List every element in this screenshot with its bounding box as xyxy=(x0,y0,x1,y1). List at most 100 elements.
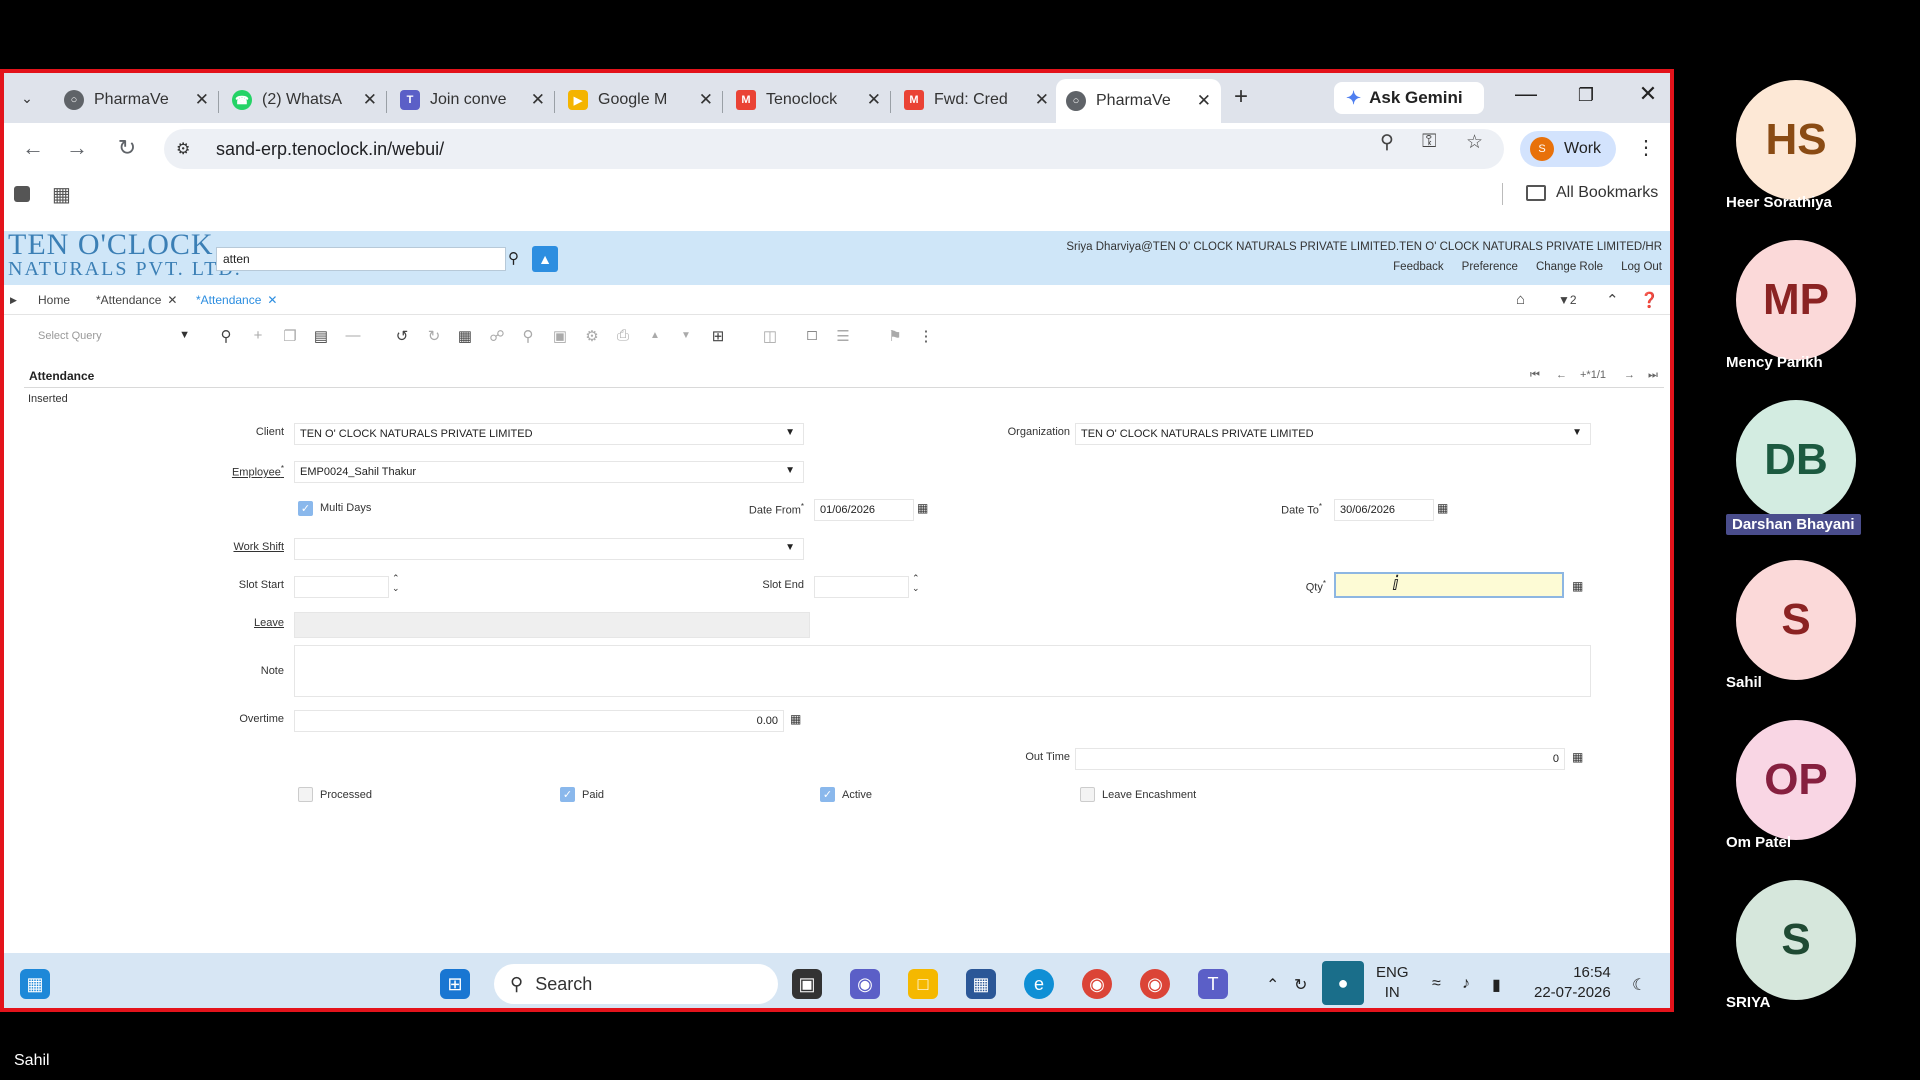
paid-checkbox[interactable]: ✓ xyxy=(560,787,575,802)
battery-icon[interactable]: ▮ xyxy=(1492,975,1501,995)
calendar-icon[interactable]: ▦ xyxy=(917,501,928,515)
calculator-icon[interactable]: ▦ xyxy=(790,712,801,726)
new-tab-button[interactable]: + xyxy=(1226,83,1256,111)
next-record-icon[interactable]: → xyxy=(1624,369,1635,381)
profile-button[interactable]: S Work xyxy=(1520,131,1616,167)
process-dropdown-icon[interactable]: ▼ xyxy=(676,330,696,341)
participant-tile[interactable]: OP Om Patel xyxy=(1726,720,1856,851)
feedback-link[interactable]: Feedback xyxy=(1393,261,1444,273)
note-textarea[interactable] xyxy=(294,645,1591,697)
close-icon[interactable]: ✕ xyxy=(1197,91,1211,111)
client-field[interactable]: TEN O' CLOCK NATURALS PRIVATE LIMITED ▼ xyxy=(294,423,804,445)
employee-field[interactable]: EMP0024_Sahil Thakur ▼ xyxy=(294,461,804,483)
work-shift-field[interactable]: ▼ xyxy=(294,538,804,560)
widgets-icon[interactable]: ▦ xyxy=(20,969,50,999)
preference-link[interactable]: Preference xyxy=(1462,261,1518,273)
print-icon[interactable]: ⎙ xyxy=(613,327,633,344)
slot-start-stepper[interactable]: ⌃ ⌄ xyxy=(392,573,400,593)
ask-gemini-button[interactable]: ✦ Ask Gemini xyxy=(1334,82,1484,114)
browser-tab-5[interactable]: M Tenoclock ✕ xyxy=(726,81,891,119)
participant-tile[interactable]: HS Heer Sorathiya xyxy=(1726,80,1856,211)
close-icon[interactable]: ✕ xyxy=(363,90,377,110)
moon-icon[interactable]: ☾ xyxy=(1632,975,1646,995)
close-icon[interactable]: ✕ xyxy=(167,293,177,307)
add-plus-box-icon[interactable]: ⊞ xyxy=(708,327,728,345)
attachment-icon[interactable]: ☍ xyxy=(487,327,507,345)
omnibox[interactable]: ⚙ sand-erp.tenoclock.in/webui/ xyxy=(164,129,1504,169)
file-explorer-icon[interactable]: □ xyxy=(908,969,938,999)
chrome-icon[interactable]: ◉ xyxy=(1082,969,1112,999)
all-bookmarks-button[interactable]: All Bookmarks xyxy=(1526,184,1658,202)
close-icon[interactable]: ✕ xyxy=(867,90,881,110)
browser-menu-icon[interactable]: ⋮ xyxy=(1636,135,1656,160)
employee-label[interactable]: Employee* xyxy=(184,464,284,479)
back-button[interactable]: ← xyxy=(18,135,48,161)
tab-search-chevron-icon[interactable]: ⌄ xyxy=(14,85,40,111)
chat-icon[interactable]: ◉ xyxy=(850,969,880,999)
teams-icon[interactable]: T xyxy=(1198,969,1228,999)
undo-icon[interactable]: ↺ xyxy=(392,327,412,345)
select-query-dropdown[interactable]: Select Query ▼ xyxy=(34,325,196,349)
wifi-icon[interactable]: ≈ xyxy=(1432,975,1441,993)
work-shift-label[interactable]: Work Shift xyxy=(184,541,284,553)
browser-tab-4[interactable]: ▶ Google M ✕ xyxy=(558,81,723,119)
browser-tab-2[interactable]: ☎ (2) WhatsA ✕ xyxy=(222,81,387,119)
copy-record-icon[interactable]: ❐ xyxy=(280,327,300,345)
zoom-icon[interactable]: ⚲ xyxy=(1380,131,1394,154)
close-window-button[interactable]: ✕ xyxy=(1628,81,1668,107)
participant-tile[interactable]: S Sahil xyxy=(1726,560,1856,691)
close-icon[interactable]: ✕ xyxy=(1035,90,1049,110)
refresh-icon[interactable]: ↻ xyxy=(424,327,444,345)
settings-gear-icon[interactable]: ⚙ xyxy=(582,327,602,345)
tab-attendance-2[interactable]: *Attendance ✕ xyxy=(196,293,277,307)
leave-label[interactable]: Leave xyxy=(184,617,284,629)
collapse-header-icon[interactable]: ⌃ xyxy=(1606,291,1619,309)
global-search-input[interactable]: atten xyxy=(216,247,506,271)
chat-icon[interactable]: ▣ xyxy=(550,327,570,345)
system-clock[interactable]: 16:54 22-07-2026 xyxy=(1534,963,1611,1003)
volume-icon[interactable]: ♪ xyxy=(1462,975,1470,993)
browser-tab-3[interactable]: T Join conve ✕ xyxy=(390,81,555,119)
restore-button[interactable]: ❐ xyxy=(1566,85,1606,106)
company-logo[interactable]: TEN O'CLOCK NATURALS PVT. LTD. xyxy=(8,230,242,281)
more-options-icon[interactable]: ⋮ xyxy=(916,327,936,345)
last-record-icon[interactable]: ⏭ xyxy=(1648,369,1658,382)
grid-toggle-icon[interactable]: ▦ xyxy=(455,327,475,345)
search-icon[interactable]: ⚲ xyxy=(216,327,236,345)
windows-start-icon[interactable]: ⊞ xyxy=(440,969,470,999)
chrome-profile-icon[interactable]: ◉ xyxy=(1140,969,1170,999)
calculator-icon[interactable]: ▦ xyxy=(1572,750,1583,764)
list-icon[interactable]: ☰ xyxy=(833,327,853,345)
active-checkbox[interactable]: ✓ xyxy=(820,787,835,802)
chevron-down-icon[interactable]: ▼ xyxy=(785,427,795,438)
tag-icon[interactable]: ⚑ xyxy=(885,327,905,345)
multi-days-checkbox[interactable]: ✓ xyxy=(298,501,313,516)
taskbar-search[interactable]: ⚲ Search xyxy=(494,964,778,1004)
close-icon[interactable]: ✕ xyxy=(531,90,545,110)
overtime-field[interactable]: 0.00 xyxy=(294,710,784,732)
change-role-link[interactable]: Change Role xyxy=(1536,261,1603,273)
task-view-icon[interactable]: ▣ xyxy=(792,969,822,999)
microphone-icon[interactable]: ● xyxy=(1322,961,1364,1005)
first-record-icon[interactable]: ⏮ xyxy=(1530,369,1540,382)
sitemap-button[interactable]: ▲ xyxy=(532,246,558,272)
tab-attendance-1[interactable]: *Attendance ✕ xyxy=(96,293,177,307)
calendar-icon[interactable]: ▦ xyxy=(1437,501,1448,515)
reload-button[interactable]: ↻ xyxy=(112,135,142,161)
slot-end-stepper[interactable]: ⌃ ⌄ xyxy=(912,573,920,593)
bookmark-star-icon[interactable]: ☆ xyxy=(1466,131,1483,154)
browser-tab-1[interactable]: ○ PharmaVe ✕ xyxy=(54,81,219,119)
apps-grid-icon[interactable]: ▦ xyxy=(52,182,71,207)
qty-input[interactable] xyxy=(1334,572,1564,598)
slot-start-field[interactable] xyxy=(294,576,389,598)
home-icon[interactable]: ⌂ xyxy=(1516,291,1525,308)
site-info-icon[interactable]: ⚙ xyxy=(176,139,200,159)
organization-field[interactable]: TEN O' CLOCK NATURALS PRIVATE LIMITED ▼ xyxy=(1075,423,1591,445)
collapse-panel-icon[interactable]: ▶ xyxy=(10,295,17,306)
split-view-icon[interactable]: ◫ xyxy=(760,327,780,345)
chevron-down-icon[interactable]: ▼ xyxy=(1572,427,1582,438)
calculator-icon[interactable]: ▦ xyxy=(1572,579,1583,593)
slot-end-field[interactable] xyxy=(814,576,909,598)
close-icon[interactable]: ✕ xyxy=(195,90,209,110)
browser-tab-active[interactable]: ○ PharmaVe ✕ xyxy=(1056,79,1221,123)
